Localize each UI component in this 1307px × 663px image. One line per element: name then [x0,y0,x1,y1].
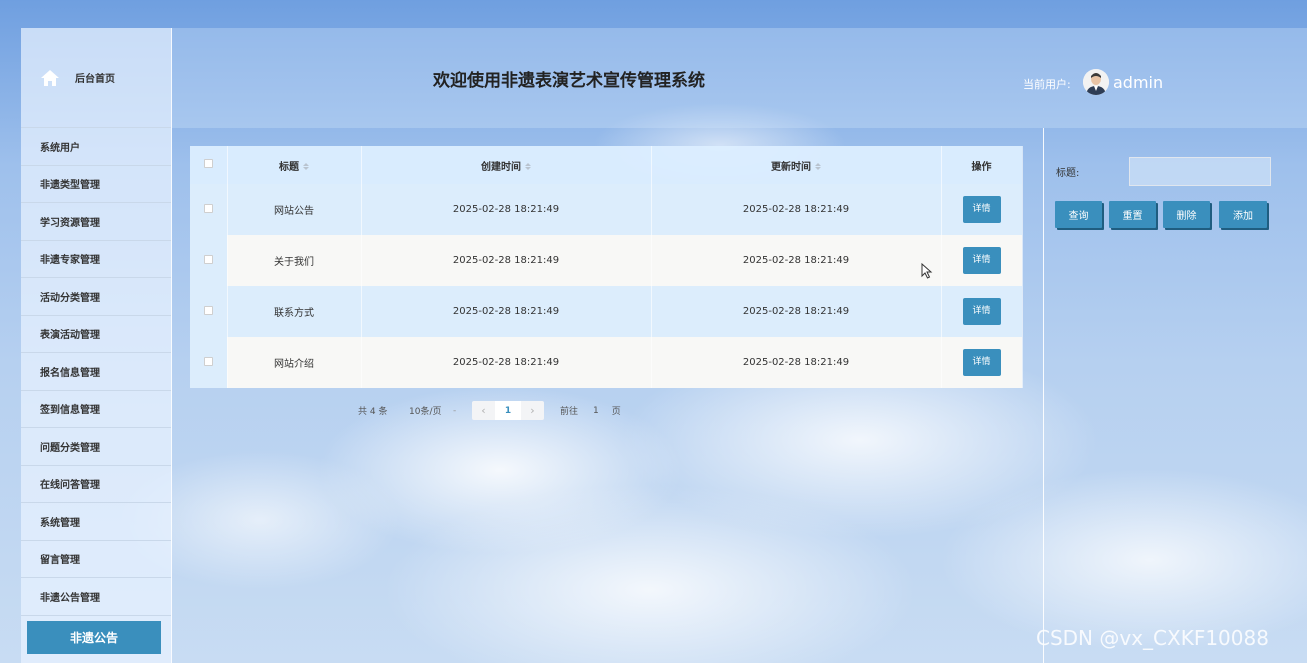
page-size-select[interactable]: 10条/页 [409,404,453,417]
column-header-updated[interactable]: 更新时间 [651,146,942,184]
mouse-cursor-icon [921,263,933,279]
row-checkbox[interactable] [203,254,213,264]
goto-unit: 页 [611,407,621,417]
cell-created: 2025-02-28 18:21:49 [361,235,652,286]
detail-button[interactable]: 详情 [962,196,1001,223]
prev-page-icon[interactable]: ‹ [472,401,495,420]
sidebar-item-announcements[interactable]: 非遗公告管理 [21,578,171,616]
table-row: 网站公告 2025-02-28 18:21:49 2025-02-28 18:2… [190,184,1023,235]
sidebar-home[interactable]: 后台首页 [21,28,171,128]
table-row: 联系方式 2025-02-28 18:21:49 2025-02-28 18:2… [190,286,1023,337]
cell-created: 2025-02-28 18:21:49 [361,286,652,337]
sidebar-home-label: 后台首页 [75,74,115,85]
query-button[interactable]: 查询 [1055,201,1102,228]
sidebar-item-learning-resources[interactable]: 学习资源管理 [21,203,171,241]
current-user-name[interactable]: admin [1113,73,1163,92]
current-page-number[interactable]: 1 [495,401,521,420]
avatar[interactable] [1083,69,1109,95]
pager-box: ‹ 1 › [472,401,544,420]
sidebar-item-system-management[interactable]: 系统管理 [21,503,171,541]
row-checkbox[interactable] [203,356,213,366]
column-header-created[interactable]: 创建时间 [361,146,652,184]
row-checkbox[interactable] [203,305,213,315]
table-row: 网站介绍 2025-02-28 18:21:49 2025-02-28 18:2… [190,337,1023,388]
sort-icon[interactable] [303,163,309,170]
cell-updated: 2025-02-28 18:21:49 [651,235,942,286]
detail-button[interactable]: 详情 [962,298,1001,325]
sidebar-item-heritage-types[interactable]: 非遗类型管理 [21,166,171,203]
cell-title: 关于我们 [227,235,362,286]
sidebar-item-checkins[interactable]: 签到信息管理 [21,391,171,428]
detail-button[interactable]: 详情 [962,247,1001,274]
current-user-label: 当前用户: [1023,78,1071,91]
sidebar-item-activity-categories[interactable]: 活动分类管理 [21,278,171,316]
next-page-icon[interactable]: › [521,401,544,420]
sidebar-item-registrations[interactable]: 报名信息管理 [21,353,171,391]
watermark: CSDN @vx_CXKF10088 [1036,626,1269,650]
cell-updated: 2025-02-28 18:21:49 [651,184,942,235]
search-title-input[interactable] [1129,157,1271,186]
cell-title: 网站介绍 [227,337,362,388]
delete-button[interactable]: 删除 [1163,201,1210,228]
detail-button[interactable]: 详情 [962,349,1001,376]
row-checkbox[interactable] [203,203,213,213]
page-title: 欢迎使用非遗表演艺术宣传管理系统 [433,71,705,91]
select-all-cell[interactable] [190,146,228,184]
cell-created: 2025-02-28 18:21:49 [361,337,652,388]
sidebar-item-experts[interactable]: 非遗专家管理 [21,241,171,278]
cell-updated: 2025-02-28 18:21:49 [651,286,942,337]
sort-icon[interactable] [815,163,821,170]
pagination: 共 4 条 10条/页 - ‹ 1 › 前往 1 页 [358,401,621,420]
search-title-label: 标题: [1056,168,1080,179]
sidebar-item-system-users[interactable]: 系统用户 [21,128,171,166]
home-icon [41,69,59,86]
goto-label: 前往 [560,407,579,417]
select-all-checkbox[interactable] [203,159,213,168]
sort-icon[interactable] [525,163,531,170]
pagination-separator: - [453,405,457,416]
sidebar-item-online-qa[interactable]: 在线问答管理 [21,466,171,503]
table-row: 关于我们 2025-02-28 18:21:49 2025-02-28 18:2… [190,235,1023,286]
add-button[interactable]: 添加 [1219,201,1267,228]
pagination-total: 共 4 条 [358,407,388,417]
sidebar: 后台首页 系统用户 非遗类型管理 学习资源管理 非遗专家管理 活动分类管理 表演… [21,28,172,663]
column-header-title[interactable]: 标题 [227,146,362,184]
goto-page-input[interactable]: 1 [593,406,599,416]
sidebar-submenu-announcements-active[interactable]: 非遗公告 [27,621,161,654]
user-avatar-icon [1083,69,1109,95]
cell-title: 网站公告 [227,184,362,235]
reset-button[interactable]: 重置 [1109,201,1156,228]
sidebar-item-performances[interactable]: 表演活动管理 [21,316,171,353]
announcement-table: 标题 创建时间 更新时间 操作 网站公告 2025-02-28 18:21:49… [190,146,1023,389]
table-header-row: 标题 创建时间 更新时间 操作 [190,146,1023,184]
cell-updated: 2025-02-28 18:21:49 [651,337,942,388]
cell-created: 2025-02-28 18:21:49 [361,184,652,235]
sidebar-item-question-categories[interactable]: 问题分类管理 [21,428,171,466]
panel-divider [1043,128,1044,663]
cell-title: 联系方式 [227,286,362,337]
sidebar-item-messages[interactable]: 留言管理 [21,541,171,578]
column-header-actions: 操作 [941,146,1023,184]
